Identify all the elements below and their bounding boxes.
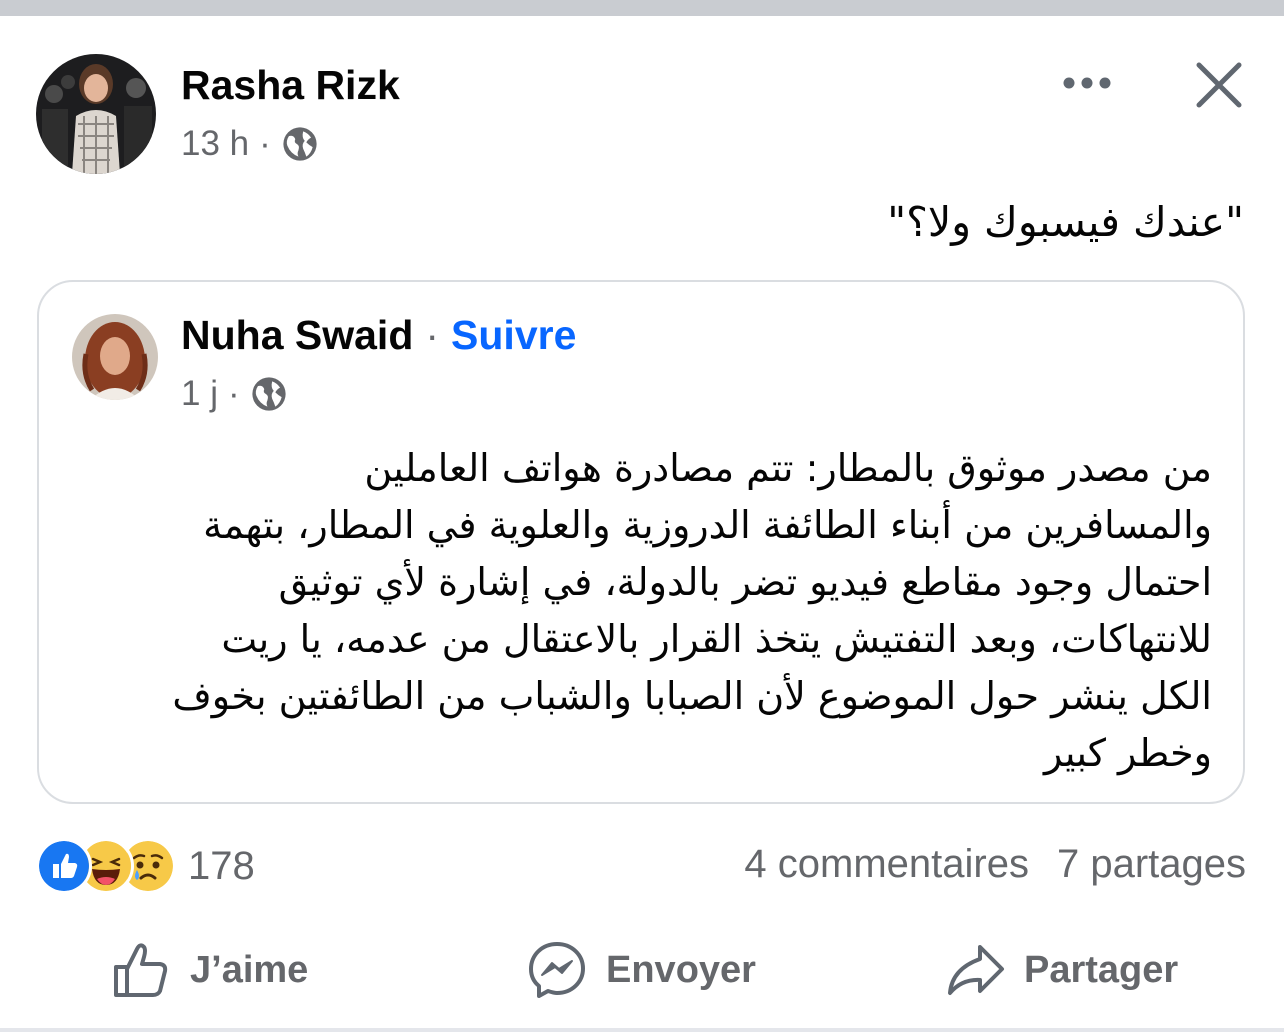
- meta-separator: ·: [259, 124, 271, 163]
- like-label: J’aime: [190, 948, 309, 991]
- action-bar: J’aime Envoyer Partager: [0, 930, 1284, 1010]
- author-avatar[interactable]: [36, 54, 156, 174]
- thumbs-up-icon: [114, 943, 168, 997]
- shared-text-line: والمسافرين من أبناء الطائفة الدروزية وال…: [203, 503, 1212, 547]
- reaction-count[interactable]: 178: [188, 844, 255, 889]
- shared-meta: 1 j ·: [181, 374, 288, 414]
- shared-text-line: وخطر كبير: [1043, 731, 1212, 775]
- post-text: "عندك فيسبوك ولا؟": [887, 198, 1244, 246]
- post-time[interactable]: 13 h: [181, 124, 249, 164]
- top-divider: [0, 0, 1284, 16]
- share-label: Partager: [1024, 948, 1179, 991]
- comments-count[interactable]: 4 commentaires: [744, 842, 1029, 887]
- bottom-divider: [0, 1028, 1284, 1032]
- shared-text-line: احتمال وجود مقاطع فيديو تضر بالدولة، في …: [278, 560, 1212, 604]
- like-icon: [36, 838, 92, 894]
- name-separator: ·: [425, 312, 440, 358]
- close-icon[interactable]: [1190, 56, 1248, 114]
- shared-meta-separator: ·: [227, 374, 240, 413]
- shared-text-line: الكل ينشر حول الموضوع لأن الصبابا والشبا…: [172, 674, 1212, 718]
- share-arrow-icon: [948, 945, 1004, 995]
- shared-post-text: من مصدر موثوق بالمطار: تتم مصادرة هواتف …: [70, 440, 1212, 782]
- shared-author-name[interactable]: Nuha Swaid: [181, 312, 413, 359]
- messenger-icon: [529, 942, 585, 998]
- send-button[interactable]: Envoyer: [526, 930, 756, 1010]
- follow-button[interactable]: Suivre: [451, 312, 576, 359]
- shared-text-line: للانتهاكات، وبعد التفتيش يتخذ القرار بال…: [221, 617, 1212, 661]
- shared-author-line: Nuha Swaid · Suivre: [181, 312, 576, 359]
- like-button[interactable]: J’aime: [110, 930, 308, 1010]
- globe-icon: [283, 127, 317, 161]
- shared-text-line: من مصدر موثوق بالمطار: تتم مصادرة هواتف …: [364, 446, 1212, 490]
- send-label: Envoyer: [606, 948, 756, 991]
- post-meta: 13 h ·: [181, 124, 319, 164]
- reactions-summary[interactable]: 178: [36, 838, 255, 894]
- globe-icon: [252, 377, 286, 411]
- shared-author-avatar[interactable]: [72, 314, 158, 400]
- shares-count[interactable]: 7 partages: [1057, 842, 1246, 887]
- share-button[interactable]: Partager: [944, 930, 1178, 1010]
- more-options-icon[interactable]: [1052, 58, 1122, 108]
- author-name[interactable]: Rasha Rizk: [181, 62, 400, 109]
- shared-time[interactable]: 1 j: [181, 374, 218, 414]
- engagement-stats: 4 commentaires 7 partages: [744, 842, 1246, 887]
